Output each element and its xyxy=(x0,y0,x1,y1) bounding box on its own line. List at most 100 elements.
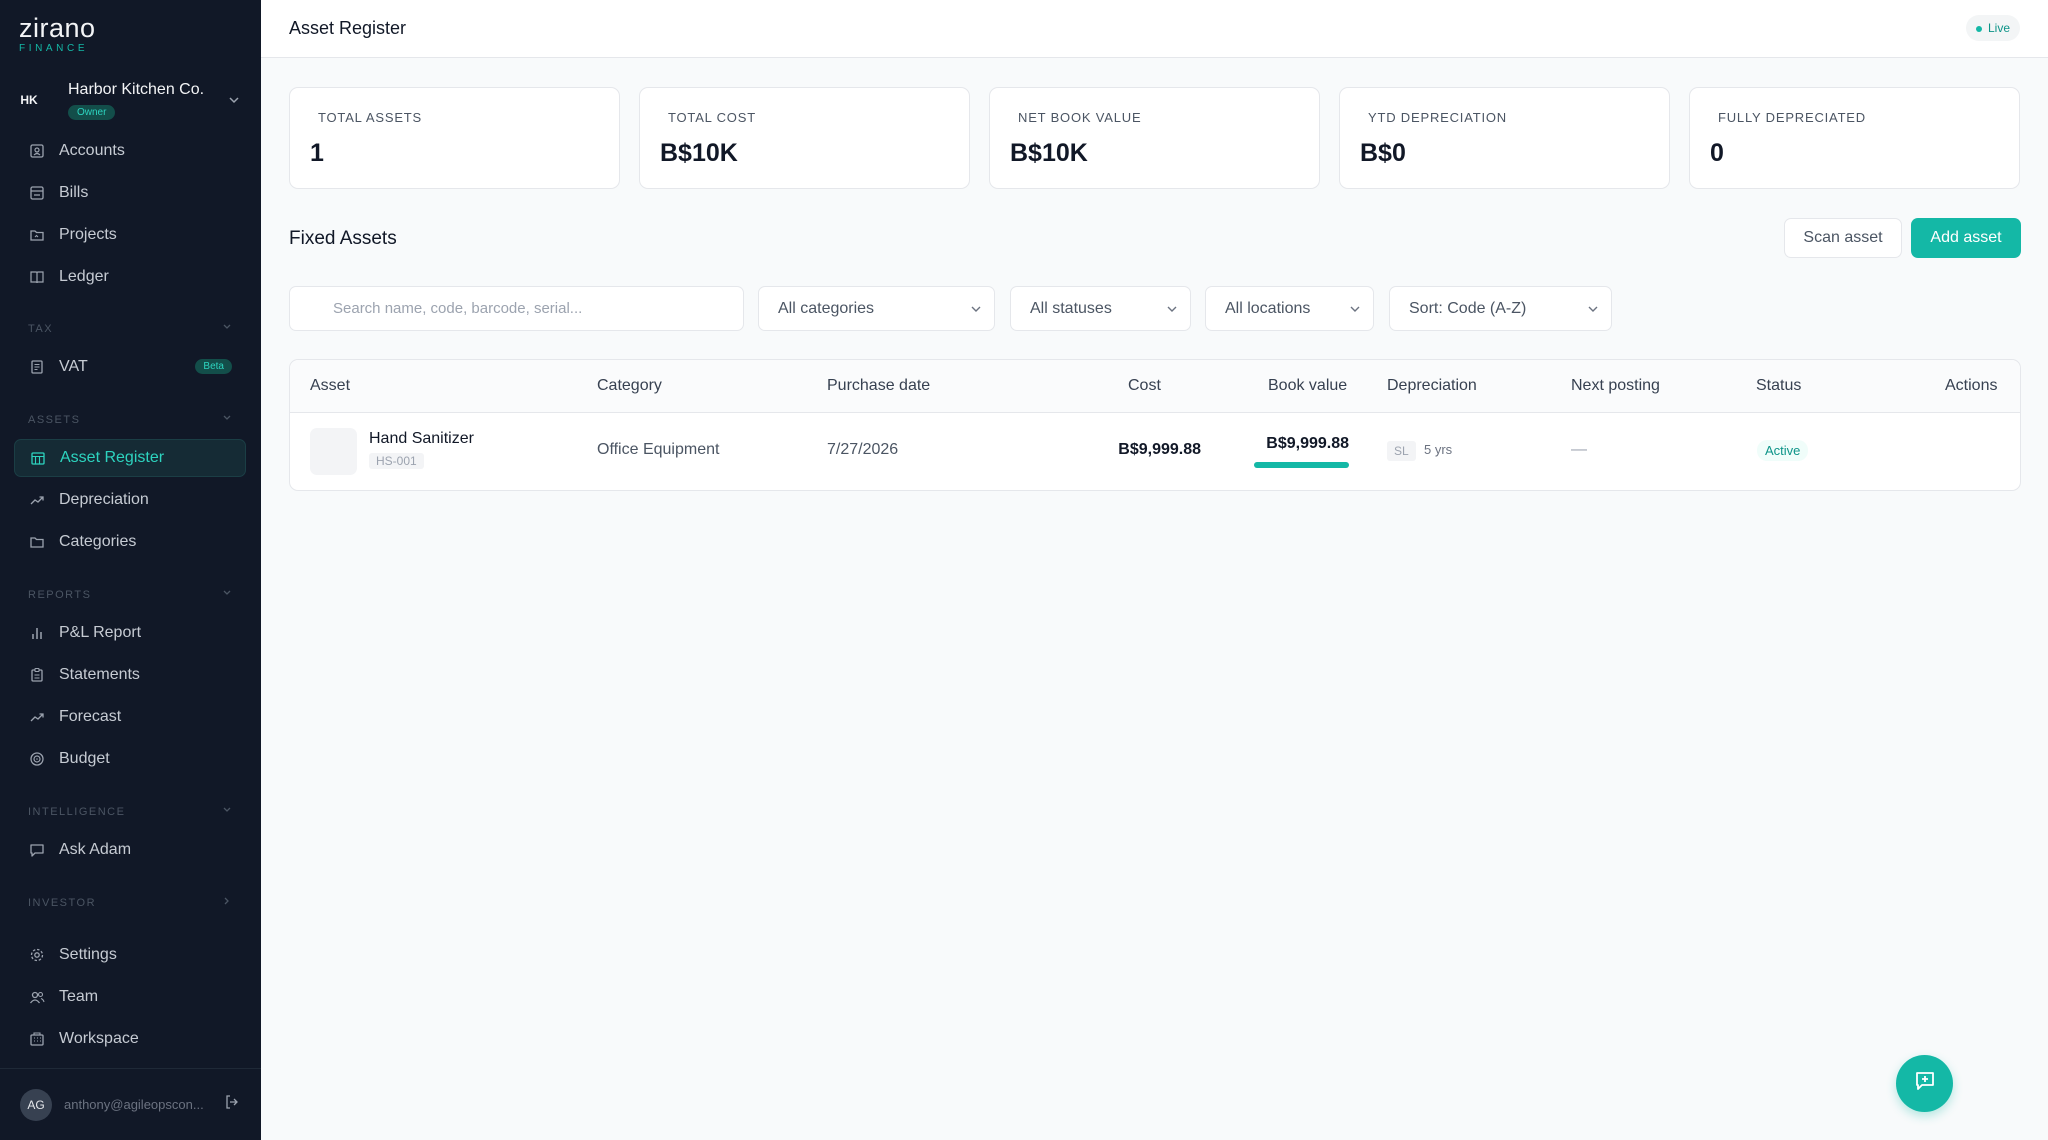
avatar: AG xyxy=(20,1088,52,1121)
select-value: All categories xyxy=(778,299,875,317)
sidebar-item-workspace[interactable]: Workspace xyxy=(14,1020,246,1058)
chevron-down-icon xyxy=(1166,302,1178,320)
chevron-down-icon xyxy=(970,302,982,320)
section-assets[interactable]: ASSETS xyxy=(28,413,232,426)
logout-icon[interactable] xyxy=(224,1094,240,1115)
purchase-date: 7/27/2026 xyxy=(827,441,899,458)
stat-card-ytd-depreciation: YTD DEPRECIATION B$0 xyxy=(1339,87,1670,189)
sidebar-item-settings[interactable]: Settings xyxy=(14,936,246,974)
chevron-down-icon xyxy=(1349,302,1361,320)
section-intelligence[interactable]: INTELLIGENCE xyxy=(28,805,232,818)
sidebar-item-label: Statements xyxy=(59,666,140,683)
sidebar-item-statements[interactable]: Statements xyxy=(14,656,246,694)
asset-category: Office Equipment xyxy=(597,441,720,458)
chevron-down-icon xyxy=(228,93,240,111)
beta-badge: Beta xyxy=(195,359,232,374)
sidebar-item-vat[interactable]: VAT Beta xyxy=(14,348,246,386)
column-header[interactable]: Status xyxy=(1756,377,1801,395)
sidebar-item-categories[interactable]: Categories xyxy=(14,523,246,561)
column-header[interactable]: Book value xyxy=(1268,377,1347,395)
stat-label: YTD DEPRECIATION xyxy=(1368,110,1507,125)
column-header[interactable]: Cost xyxy=(1128,377,1161,395)
brand-name: zirano xyxy=(19,13,96,43)
section-investor[interactable]: INVESTOR xyxy=(28,896,232,909)
location-select[interactable]: All locations xyxy=(1205,286,1374,331)
book-value-bar-fill xyxy=(1254,462,1349,468)
sort-select[interactable]: Sort: Code (A-Z) xyxy=(1389,286,1612,331)
sidebar-item-ask-adam[interactable]: Ask Adam xyxy=(14,831,246,869)
sidebar-item-ledger[interactable]: Ledger xyxy=(14,258,246,296)
sidebar-item-label: Depreciation xyxy=(59,491,149,508)
sidebar-item-label: Accounts xyxy=(59,142,125,159)
status-label: Live xyxy=(1987,21,2010,35)
sidebar-item-depreciation[interactable]: Depreciation xyxy=(14,481,246,519)
assets-table: Asset Category Purchase date Cost Book v… xyxy=(289,359,2021,491)
sidebar-item-label: Budget xyxy=(59,750,110,767)
live-dot-icon xyxy=(1975,26,1982,32)
column-header[interactable]: Asset xyxy=(310,377,350,395)
section-label: REPORTS xyxy=(28,588,92,601)
sidebar-item-forecast[interactable]: Forecast xyxy=(14,698,246,736)
section-title: Fixed Assets xyxy=(289,228,397,249)
asset-thumbnail xyxy=(310,428,357,475)
accounts-icon xyxy=(28,142,46,160)
user-profile[interactable]: AG anthony@agileopscon... xyxy=(0,1068,261,1140)
status-badge: Active xyxy=(1757,440,1809,461)
user-email: anthony@agileopscon... xyxy=(64,1097,204,1112)
asset-book-value: B$9,999.88 xyxy=(1266,435,1349,452)
sidebar-item-bills[interactable]: Bills xyxy=(14,174,246,212)
org-name: Harbor Kitchen Co. xyxy=(68,80,205,98)
sidebar-item-label: VAT xyxy=(59,358,88,375)
section-tax[interactable]: TAX xyxy=(28,322,232,335)
select-value: Sort: Code (A-Z) xyxy=(1409,299,1527,317)
ledger-icon xyxy=(28,268,46,286)
column-header: Actions xyxy=(1945,377,1998,394)
column-header[interactable]: Category xyxy=(597,377,662,395)
sidebar-item-team[interactable]: Team xyxy=(14,978,246,1016)
depreciation-method: SL xyxy=(1387,441,1416,461)
sidebar-item-budget[interactable]: Budget xyxy=(14,740,246,778)
column-header[interactable]: Next posting xyxy=(1571,377,1660,395)
sidebar-item-asset-register[interactable]: Asset Register xyxy=(14,439,246,477)
sidebar-item-label: Settings xyxy=(59,946,117,963)
chevron-down-icon xyxy=(222,413,232,426)
sidebar-item-label: Categories xyxy=(59,533,137,550)
org-switcher[interactable]: HK Harbor Kitchen Co. Owner xyxy=(14,73,246,127)
stat-label: NET BOOK VALUE xyxy=(1018,110,1142,125)
sidebar-item-label: Asset Register xyxy=(60,449,165,466)
building-icon xyxy=(28,1030,46,1048)
column-header[interactable]: Purchase date xyxy=(827,377,930,395)
chat-icon xyxy=(28,841,46,859)
role-badge: Owner xyxy=(68,104,116,120)
sidebar-item-projects[interactable]: Projects xyxy=(14,216,246,254)
stat-card-total-assets: TOTAL ASSETS 1 xyxy=(289,87,620,189)
target-icon xyxy=(28,750,46,768)
categories-icon xyxy=(28,533,46,551)
asset-register-icon xyxy=(29,449,47,467)
gear-icon xyxy=(28,946,46,964)
sidebar-item-accounts[interactable]: Accounts xyxy=(14,132,246,170)
column-header[interactable]: Depreciation xyxy=(1387,377,1477,395)
sidebar-item-pl-report[interactable]: P&L Report xyxy=(14,614,246,652)
depreciation-icon xyxy=(28,491,46,509)
topbar: Asset Register Live xyxy=(261,0,2048,58)
stat-value: 1 xyxy=(310,139,324,167)
stat-value: B$10K xyxy=(1010,139,1088,167)
chevron-down-icon xyxy=(1587,302,1599,320)
section-label: INVESTOR xyxy=(28,896,97,909)
status-select[interactable]: All statuses xyxy=(1010,286,1191,331)
brand-logo[interactable]: zirano FINANCE xyxy=(19,13,96,55)
add-asset-button[interactable]: Add asset xyxy=(1911,218,2021,258)
search-input[interactable]: Search name, code, barcode, serial... xyxy=(289,286,744,331)
trend-up-icon xyxy=(28,708,46,726)
scan-asset-button[interactable]: Scan asset xyxy=(1784,218,1902,258)
bar-chart-icon xyxy=(28,624,46,642)
chevron-down-icon xyxy=(222,588,232,601)
category-select[interactable]: All categories xyxy=(758,286,995,331)
chat-fab-button[interactable] xyxy=(1896,1055,1953,1112)
chat-plus-icon xyxy=(1913,1069,1937,1098)
projects-icon xyxy=(28,226,46,244)
asset-name[interactable]: Hand Sanitizer xyxy=(369,430,474,448)
stat-card-net-book-value: NET BOOK VALUE B$10K xyxy=(989,87,1320,189)
section-reports[interactable]: REPORTS xyxy=(28,588,232,601)
